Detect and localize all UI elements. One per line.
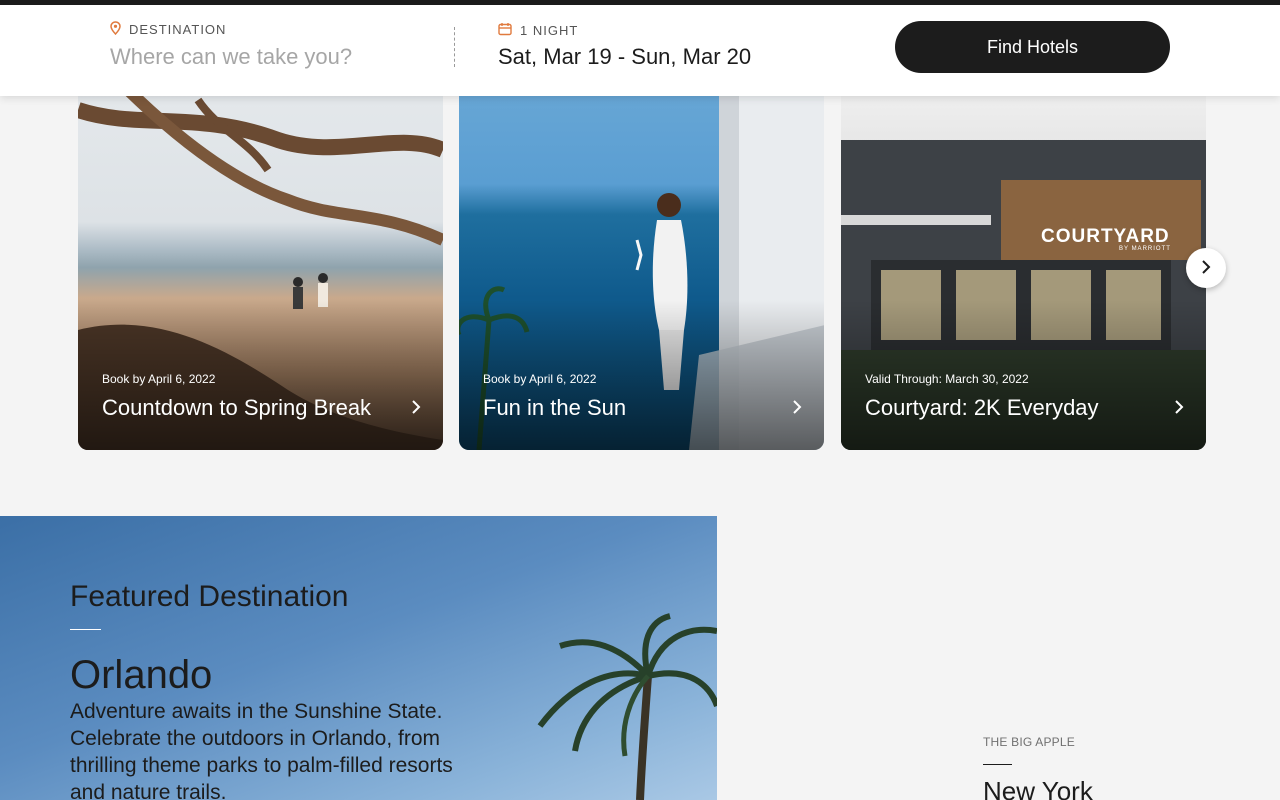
chevron-right-icon [1174, 400, 1184, 419]
featured-rule [70, 629, 101, 630]
featured-heading: Featured Destination [70, 580, 349, 613]
chevron-right-icon [1201, 259, 1211, 277]
date-picker[interactable]: 1 NIGHT Sat, Mar 19 - Sun, Mar 20 [498, 22, 818, 70]
featured-destination-section: Featured Destination Orlando Adventure a… [0, 516, 717, 800]
offer-subtitle: Valid Through: March 30, 2022 [865, 372, 1029, 386]
chevron-right-icon [792, 400, 802, 419]
ny-title: New York [983, 776, 1093, 800]
field-divider [454, 27, 455, 67]
ny-rule [983, 764, 1012, 765]
dates-value: Sat, Mar 19 - Sun, Mar 20 [498, 44, 752, 69]
location-pin-icon [110, 21, 121, 38]
offer-title: Countdown to Spring Break [102, 395, 372, 420]
offer-card-spring-break[interactable]: Book by April 6, 2022 Countdown to Sprin… [78, 70, 443, 450]
destination-input[interactable] [110, 44, 440, 70]
carousel-next-button[interactable] [1186, 248, 1226, 288]
calendar-icon [498, 22, 512, 39]
featured-description: Adventure awaits in the Sunshine State. … [70, 700, 453, 800]
destination-field[interactable]: DESTINATION [110, 21, 440, 70]
offer-subtitle: Book by April 6, 2022 [483, 372, 597, 386]
offer-card-courtyard[interactable]: COURTYARD BY MARRIOTT Valid Through: Mar… [841, 70, 1206, 450]
destination-label: DESTINATION [129, 22, 227, 37]
offer-title: Fun in the Sun [483, 395, 627, 420]
destination-label-row: DESTINATION [110, 21, 440, 38]
offer-card-fun-in-sun[interactable]: Book by April 6, 2022 Fun in the Sun [459, 70, 824, 450]
offer-title: Courtyard: 2K Everyday [865, 395, 1099, 420]
chevron-right-icon [411, 400, 421, 419]
nights-label-row: 1 NIGHT [498, 22, 818, 39]
ny-eyebrow: THE BIG APPLE [983, 735, 1075, 749]
find-hotels-button[interactable]: Find Hotels [895, 21, 1170, 73]
featured-city: Orlando [70, 653, 213, 697]
offer-subtitle: Book by April 6, 2022 [102, 372, 216, 386]
courtyard-sign: COURTYARD [1041, 226, 1170, 247]
courtyard-sign-sub: BY MARRIOTT [1119, 246, 1171, 252]
hotel-search-bar: DESTINATION 1 NIGHT Sat, Mar 19 - Sun, M… [0, 5, 1280, 96]
nights-label: 1 NIGHT [520, 23, 579, 38]
